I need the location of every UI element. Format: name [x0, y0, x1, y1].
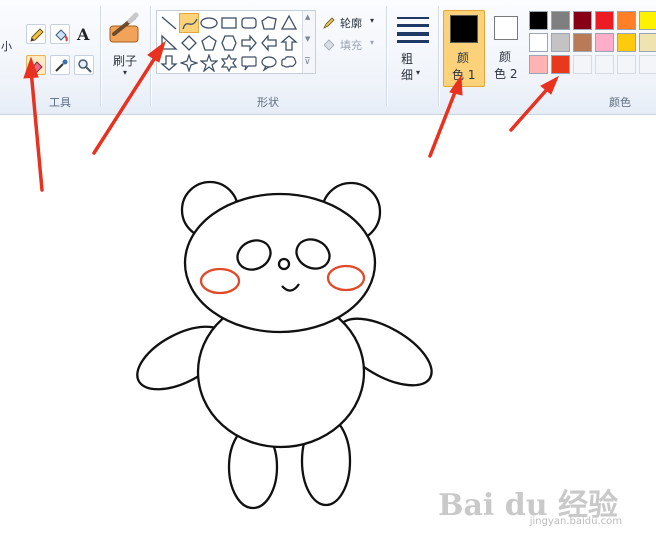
color1-swatch [450, 15, 478, 43]
chevron-down-icon: ▾ [370, 38, 375, 47]
thickness-label-line2: 细 [401, 68, 414, 82]
palette-swatch[interactable] [573, 33, 592, 52]
svg-text:A: A [76, 26, 90, 42]
fill-label: 填充 [340, 39, 362, 52]
hexagon-shape-icon[interactable] [219, 33, 239, 53]
palette-empty-swatch[interactable] [595, 55, 614, 74]
chevron-down-icon: ▾ [416, 68, 421, 77]
palette-swatch[interactable] [551, 11, 570, 30]
text-a-icon: A [76, 26, 90, 42]
color-picker-tool[interactable] [50, 55, 70, 75]
color2-button[interactable]: 颜 色 2 [488, 10, 526, 87]
chevron-down-icon[interactable]: ▾ [123, 68, 127, 77]
eraser-icon [30, 61, 43, 74]
palette-swatch[interactable] [529, 11, 548, 30]
separator [386, 6, 387, 106]
separator [100, 6, 101, 106]
fill-bucket-icon [323, 39, 335, 51]
rounded-callout-shape-icon[interactable] [239, 53, 259, 73]
palette-empty-swatch[interactable] [617, 55, 636, 74]
fill-tool[interactable] [50, 24, 70, 44]
six-point-star-shape-icon[interactable] [219, 53, 239, 73]
expand-gallery-icon[interactable]: ⊽ [304, 57, 311, 67]
palette-swatch[interactable] [617, 11, 636, 30]
color2-label-line1: 颜 [499, 50, 512, 64]
baidu-watermark-url: jingyan.baidu.com [529, 516, 622, 527]
paint-bucket-icon [55, 29, 68, 42]
triangle-shape-icon[interactable] [279, 13, 299, 33]
rounded-rectangle-shape-icon[interactable] [239, 13, 259, 33]
pencil-icon [30, 28, 44, 42]
oval-callout-shape-icon[interactable] [259, 53, 279, 73]
colors-group-label: 颜色 [609, 96, 631, 109]
thickness-button[interactable]: 粗 细 ▾ [394, 12, 432, 86]
rectangle-shape-icon[interactable] [219, 13, 239, 33]
right-triangle-shape-icon[interactable] [159, 33, 179, 53]
palette-swatch[interactable] [617, 33, 636, 52]
color2-swatch [494, 16, 518, 40]
fill-dropdown[interactable]: 填充 ▾ [322, 36, 378, 54]
brushes-button[interactable] [108, 12, 142, 46]
palette-swatch[interactable] [639, 11, 656, 30]
gallery-scrollbar[interactable]: ▲ ▼ ⊽ [302, 11, 315, 73]
pencil-tool[interactable] [26, 24, 46, 44]
magnifier-icon [78, 59, 92, 73]
shapes-gallery: ▲ ▼ ⊽ [156, 10, 316, 74]
pentagon-shape-icon[interactable] [199, 33, 219, 53]
oval-shape-icon[interactable] [199, 13, 219, 33]
outline-label: 轮廓 [340, 17, 362, 30]
four-point-star-shape-icon[interactable] [179, 53, 199, 73]
right-arrow-shape-icon[interactable] [239, 33, 259, 53]
scroll-up-icon[interactable]: ▲ [305, 13, 310, 21]
brush-icon [109, 12, 139, 43]
thickness-label-line1: 粗 [401, 52, 414, 66]
cloud-callout-shape-icon[interactable] [279, 53, 299, 73]
chevron-down-icon: ▾ [370, 16, 375, 25]
five-point-star-shape-icon[interactable] [199, 53, 219, 73]
palette-empty-swatch[interactable] [639, 55, 656, 74]
palette-swatch[interactable] [639, 33, 656, 52]
tools-group-label: 工具 [49, 96, 71, 109]
palette-swatch[interactable] [551, 55, 570, 74]
line-thickness-icon [397, 17, 429, 43]
color1-label-line1: 颜 [457, 51, 470, 65]
color1-button[interactable]: 颜 色 1 [443, 10, 485, 87]
scroll-down-icon[interactable]: ▼ [305, 35, 310, 43]
color1-label-line2: 色 1 [452, 68, 476, 82]
eyedropper-icon [55, 59, 68, 72]
diamond-shape-icon[interactable] [179, 33, 199, 53]
line-shape-icon[interactable] [159, 13, 179, 33]
ribbon: 小 A 工具 刷子 ▾ ▲ ▼ ⊽ 轮廓 ▾ 填充 ▾ 形状 粗 细 ▾ 颜 色… [0, 0, 656, 115]
outline-dropdown[interactable]: 轮廓 ▾ [322, 14, 378, 32]
up-arrow-shape-icon[interactable] [279, 33, 299, 53]
outline-pen-icon [323, 17, 335, 29]
color2-label-line2: 色 2 [494, 67, 518, 81]
brushes-label: 刷子 [113, 54, 138, 68]
palette-swatch[interactable] [529, 33, 548, 52]
separator [438, 6, 439, 106]
separator [150, 6, 151, 106]
polygon-shape-icon[interactable] [259, 13, 279, 33]
shapes-group-label: 形状 [257, 96, 279, 109]
size-label-fragment: 小 [1, 40, 12, 53]
text-tool[interactable]: A [74, 24, 94, 44]
color-palette [529, 11, 656, 81]
palette-swatch[interactable] [595, 33, 614, 52]
palette-swatch[interactable] [529, 55, 548, 74]
eraser-tool[interactable] [26, 55, 46, 75]
curve-shape-icon[interactable] [179, 13, 199, 33]
down-arrow-shape-icon[interactable] [159, 53, 179, 73]
magnifier-tool[interactable] [74, 55, 94, 75]
palette-swatch[interactable] [551, 33, 570, 52]
palette-swatch[interactable] [573, 11, 592, 30]
palette-swatch[interactable] [595, 11, 614, 30]
palette-empty-swatch[interactable] [573, 55, 592, 74]
left-arrow-shape-icon[interactable] [259, 33, 279, 53]
